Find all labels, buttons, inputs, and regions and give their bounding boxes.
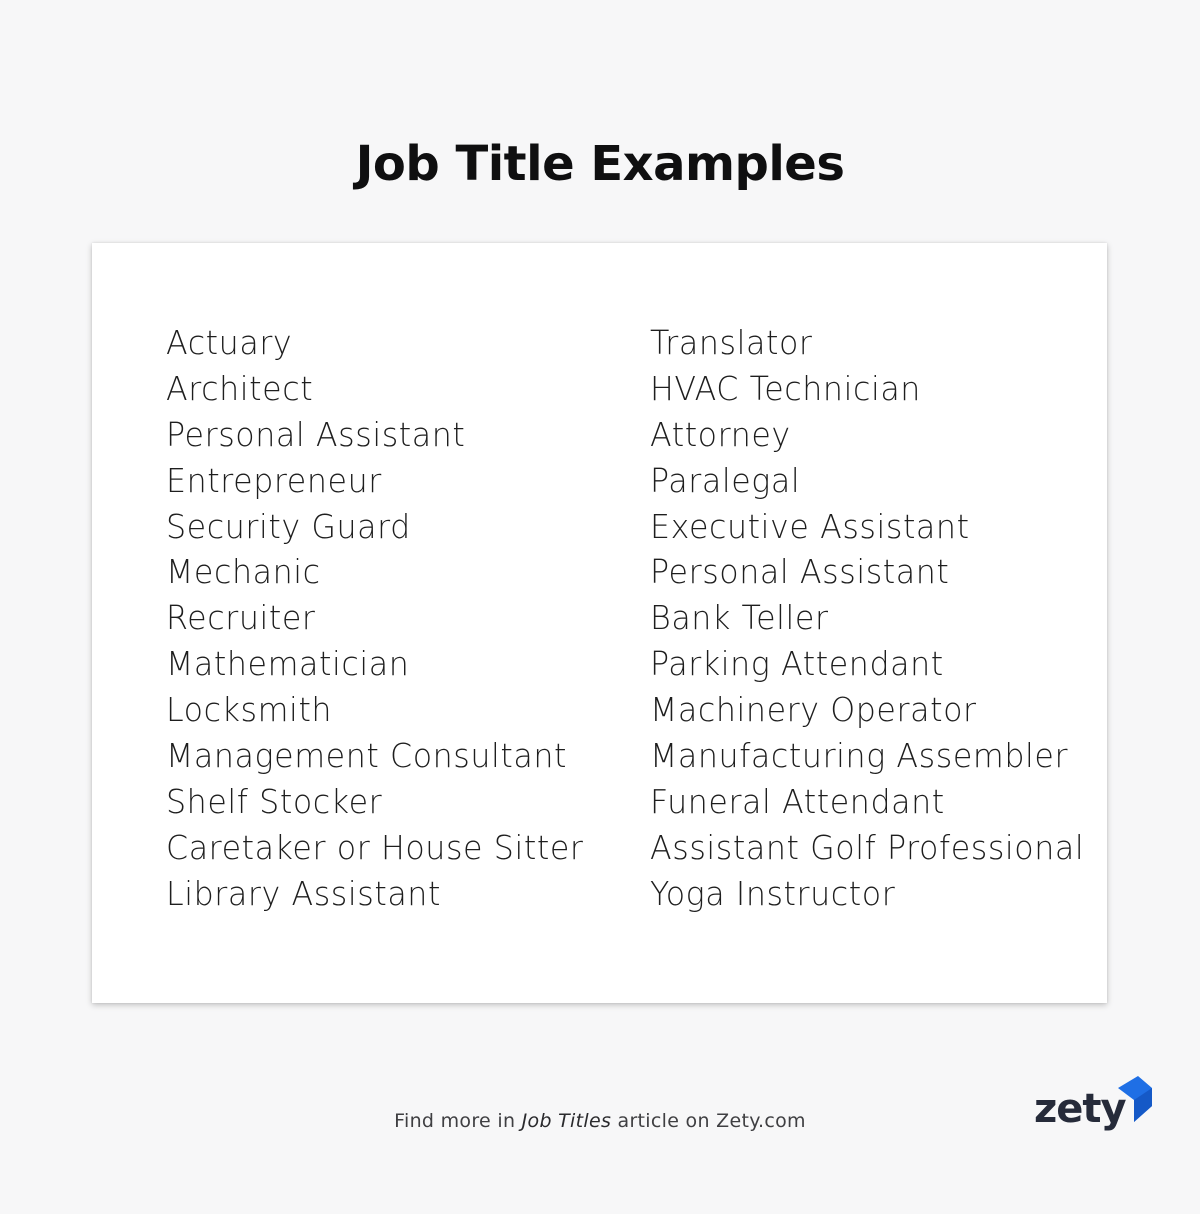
- footer-suffix: article on Zety.com: [611, 1110, 806, 1132]
- list-item: Yoga Instructor: [650, 873, 896, 913]
- list-item: Translator: [650, 323, 813, 362]
- job-titles-right-column: Translator HVAC Technician Attorney Para…: [650, 320, 1102, 917]
- list-item: Parking Attendant: [650, 644, 944, 684]
- list-item: Assistant Golf Professional: [650, 827, 1085, 867]
- list-item: Locksmith: [166, 690, 333, 730]
- list-item: Paralegal: [650, 460, 801, 500]
- list-item: Library Assistant: [166, 873, 441, 913]
- list-item: Mathematician: [166, 644, 410, 684]
- list-item: Architect: [166, 368, 314, 408]
- page-title: Job Title Examples: [355, 136, 845, 193]
- footer-prefix: Find more in: [394, 1110, 522, 1132]
- list-item: Personal Assistant: [166, 414, 466, 454]
- list-item: Security Guard: [166, 506, 411, 546]
- list-item: Mechanic: [166, 552, 321, 592]
- list-item: Caretaker or House Sitter: [166, 827, 584, 867]
- footer-credit: Find more in Job Titles article on Zety.…: [0, 1110, 1200, 1132]
- zety-logo-mark-icon: [1118, 1076, 1152, 1122]
- list-item: Bank Teller: [650, 598, 829, 638]
- list-item: Executive Assistant: [650, 506, 970, 546]
- zety-logo-text: zety: [1034, 1086, 1127, 1132]
- list-item: HVAC Technician: [650, 368, 921, 408]
- list-item: Shelf Stocker: [166, 781, 383, 821]
- list-item: Actuary: [166, 323, 293, 362]
- list-item: Manufacturing Assembler: [650, 736, 1069, 776]
- list-item: Funeral Attendant: [650, 781, 945, 821]
- list-item: Attorney: [650, 414, 791, 454]
- list-item: Entrepreneur: [166, 460, 382, 500]
- list-item: Personal Assistant: [650, 552, 950, 592]
- list-item: Machinery Operator: [650, 690, 977, 730]
- zety-logo[interactable]: zety: [1034, 1076, 1158, 1136]
- job-titles-link[interactable]: Job Titles: [522, 1110, 612, 1132]
- list-item: Recruiter: [166, 598, 316, 638]
- list-item: Management Consultant: [166, 736, 568, 776]
- job-titles-left-column: Actuary Architect Personal Assistant Ent…: [166, 320, 601, 917]
